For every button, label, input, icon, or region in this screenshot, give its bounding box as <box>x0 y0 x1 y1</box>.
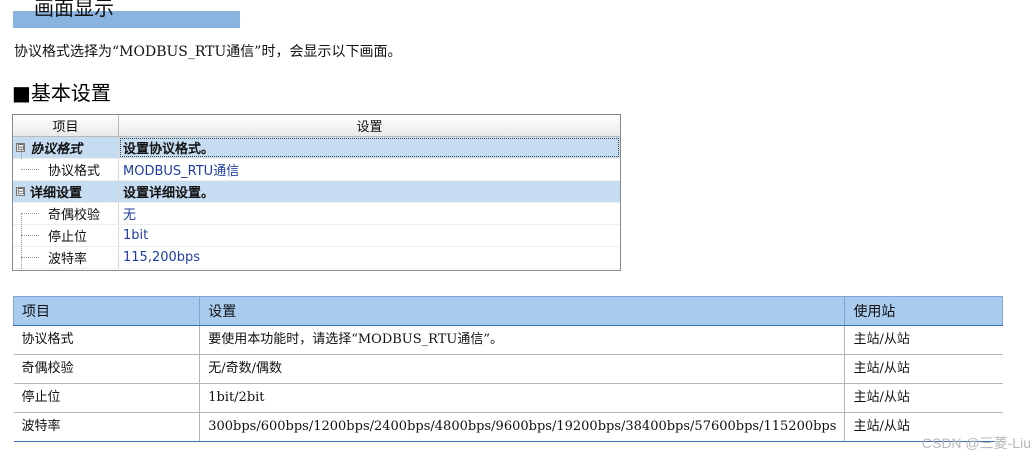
grid-row-baud-rate[interactable]: 波特率 115,200bps <box>13 247 620 269</box>
grid-row-value[interactable]: 1bit <box>119 225 620 246</box>
table-row: 协议格式 要使用本功能时，请选择“MODBUS_RTU通信”。 主站/从站 <box>13 325 1003 355</box>
table-header-item: 项目 <box>12 296 201 326</box>
grid-category-label: 详细设置 <box>30 186 83 201</box>
settings-table: 项目 设置 使用站 协议格式 要使用本功能时，请选择“MODBUS_RTU通信”… <box>12 296 1003 442</box>
table-header-row: 项目 设置 使用站 <box>12 296 1003 326</box>
grid-category-desc: 设置详细设置。 <box>119 181 620 202</box>
grid-col-setting[interactable]: 设置 <box>119 115 620 136</box>
table-cell: 1bit/2bit <box>199 383 846 413</box>
grid-category-label: 协议格式 <box>30 142 83 157</box>
table-cell: 无/奇数/偶数 <box>199 354 846 384</box>
grid-row-label: 波特率 <box>13 247 119 268</box>
tree-line <box>21 148 22 159</box>
table-header-station: 使用站 <box>844 296 1003 326</box>
grid-row-value[interactable]: 115,200bps <box>119 247 620 268</box>
grid-col-item[interactable]: 项目 <box>13 115 119 136</box>
table-cell: 奇偶校验 <box>13 354 201 384</box>
collapse-icon[interactable]: ⊟ <box>16 187 25 197</box>
grid-row-value[interactable]: MODBUS_RTU通信 <box>119 159 620 180</box>
grid-category-detail[interactable]: ⊟ 详细设置 设置详细设置。 <box>13 181 620 203</box>
property-grid-header: 项目 设置 <box>13 115 620 137</box>
grid-row-value[interactable]: 无 <box>119 203 620 224</box>
table-header-setting: 设置 <box>199 296 846 326</box>
table-row: 波特率 300bps/600bps/1200bps/2400bps/4800bp… <box>13 412 1003 442</box>
grid-row-label: 协议格式 <box>13 159 119 180</box>
table-cell: 协议格式 <box>13 325 201 355</box>
grid-category-protocol[interactable]: ⊟ 协议格式 设置协议格式。 <box>13 137 620 159</box>
tree-line <box>21 214 22 269</box>
table-cell: 要使用本功能时，请选择“MODBUS_RTU通信”。 <box>199 325 846 355</box>
table-cell: 300bps/600bps/1200bps/2400bps/4800bps/96… <box>199 412 846 442</box>
grid-category-desc: 设置协议格式。 <box>119 137 620 158</box>
table-cell: 主站/从站 <box>844 383 1003 413</box>
page-title: 画面显示 <box>34 0 114 20</box>
grid-row-label: 停止位 <box>13 225 119 246</box>
grid-row-label: 奇偶校验 <box>13 203 119 224</box>
property-grid: 项目 设置 ⊟ 协议格式 设置协议格式。 协议格式 MODBUS_RTU通信 ⊟… <box>12 114 621 271</box>
grid-row-protocol-format[interactable]: 协议格式 MODBUS_RTU通信 <box>13 159 620 181</box>
watermark: CSDN @三菱-Liu <box>921 435 1031 451</box>
grid-row-stop-bit[interactable]: 停止位 1bit <box>13 225 620 247</box>
table-row: 奇偶校验 无/奇数/偶数 主站/从站 <box>13 354 1003 384</box>
table-cell: 主站/从站 <box>844 354 1003 384</box>
table-cell: 主站/从站 <box>844 325 1003 355</box>
intro-text: 协议格式选择为“MODBUS_RTU通信”时，会显示以下画面。 <box>14 44 402 60</box>
table-cell: 波特率 <box>13 412 201 442</box>
table-row: 停止位 1bit/2bit 主站/从站 <box>13 383 1003 413</box>
grid-row-parity[interactable]: 奇偶校验 无 <box>13 203 620 225</box>
section-title: ■基本设置 <box>12 81 111 105</box>
table-cell: 停止位 <box>13 383 201 413</box>
